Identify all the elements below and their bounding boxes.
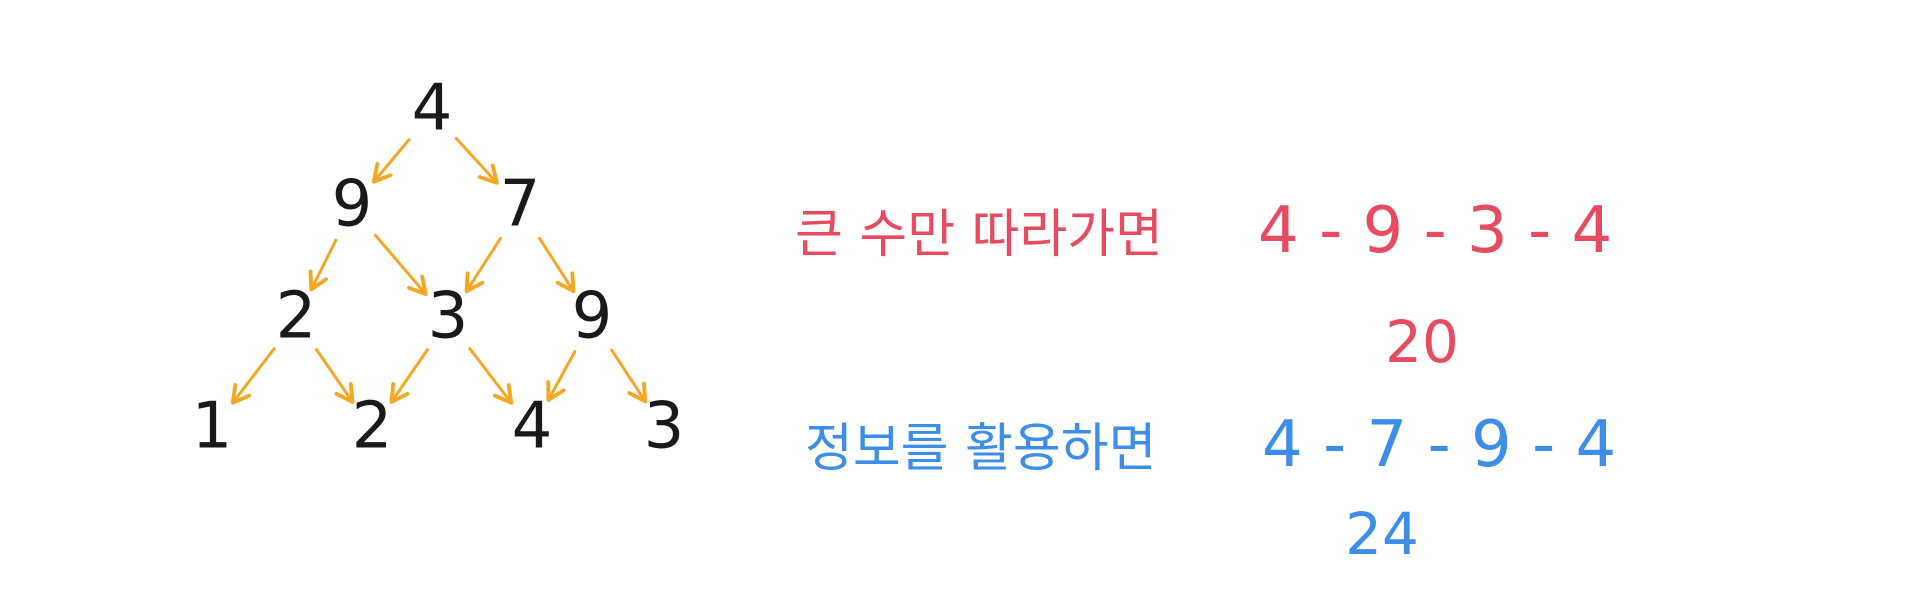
greedy-sum: 20 [1385,308,1459,376]
arrow-r2-c1-left [393,348,429,401]
tree-node-r2-c2: 9 [572,280,613,354]
arrow-r0-c0-right [454,137,495,182]
tree-node-r2-c0: 2 [276,280,317,354]
triangle-path-diagram: 4 9 7 2 3 9 1 2 4 3 큰 수만 따라가면 4 - 9 - 3 … [192,72,1617,568]
greedy-label: 큰 수만 따라가면 [795,205,1163,265]
greedy-path: 4 - 9 - 3 - 4 [1258,194,1612,268]
arrow-r2-c0-left [234,347,276,402]
arrow-r2-c1-right [468,347,510,402]
arrow-r1-c1-left [468,236,502,289]
arrow-r1-c1-right [538,236,573,289]
tree-node-r3-c0: 1 [192,390,233,464]
arrow-r1-c0-right [373,233,424,292]
tree-arrows [234,137,645,402]
info-label: 정보를 활용하면 [805,419,1156,479]
greedy-path-group: 큰 수만 따라가면 4 - 9 - 3 - 4 20 [795,194,1612,376]
arrow-r0-c0-left [375,138,411,181]
info-path-group: 정보를 활용하면 4 - 7 - 9 - 4 24 [805,408,1616,568]
tree-node-r1-c1: 7 [500,168,541,242]
number-triangle: 4 9 7 2 3 9 1 2 4 3 [192,72,685,464]
arrow-r2-c2-right [610,348,645,400]
arrow-r2-c0-right [315,348,352,401]
info-sum: 24 [1345,500,1419,568]
tree-node-r0-c0: 4 [412,72,453,146]
tree-node-r3-c1: 2 [352,390,393,464]
tree-node-r3-c3: 3 [644,390,685,464]
tree-node-r2-c1: 3 [428,280,469,354]
arrow-r2-c2-left [549,350,577,399]
tree-node-r3-c2: 4 [512,390,553,464]
info-path: 4 - 7 - 9 - 4 [1262,408,1616,482]
tree-node-r1-c0: 9 [332,168,373,242]
